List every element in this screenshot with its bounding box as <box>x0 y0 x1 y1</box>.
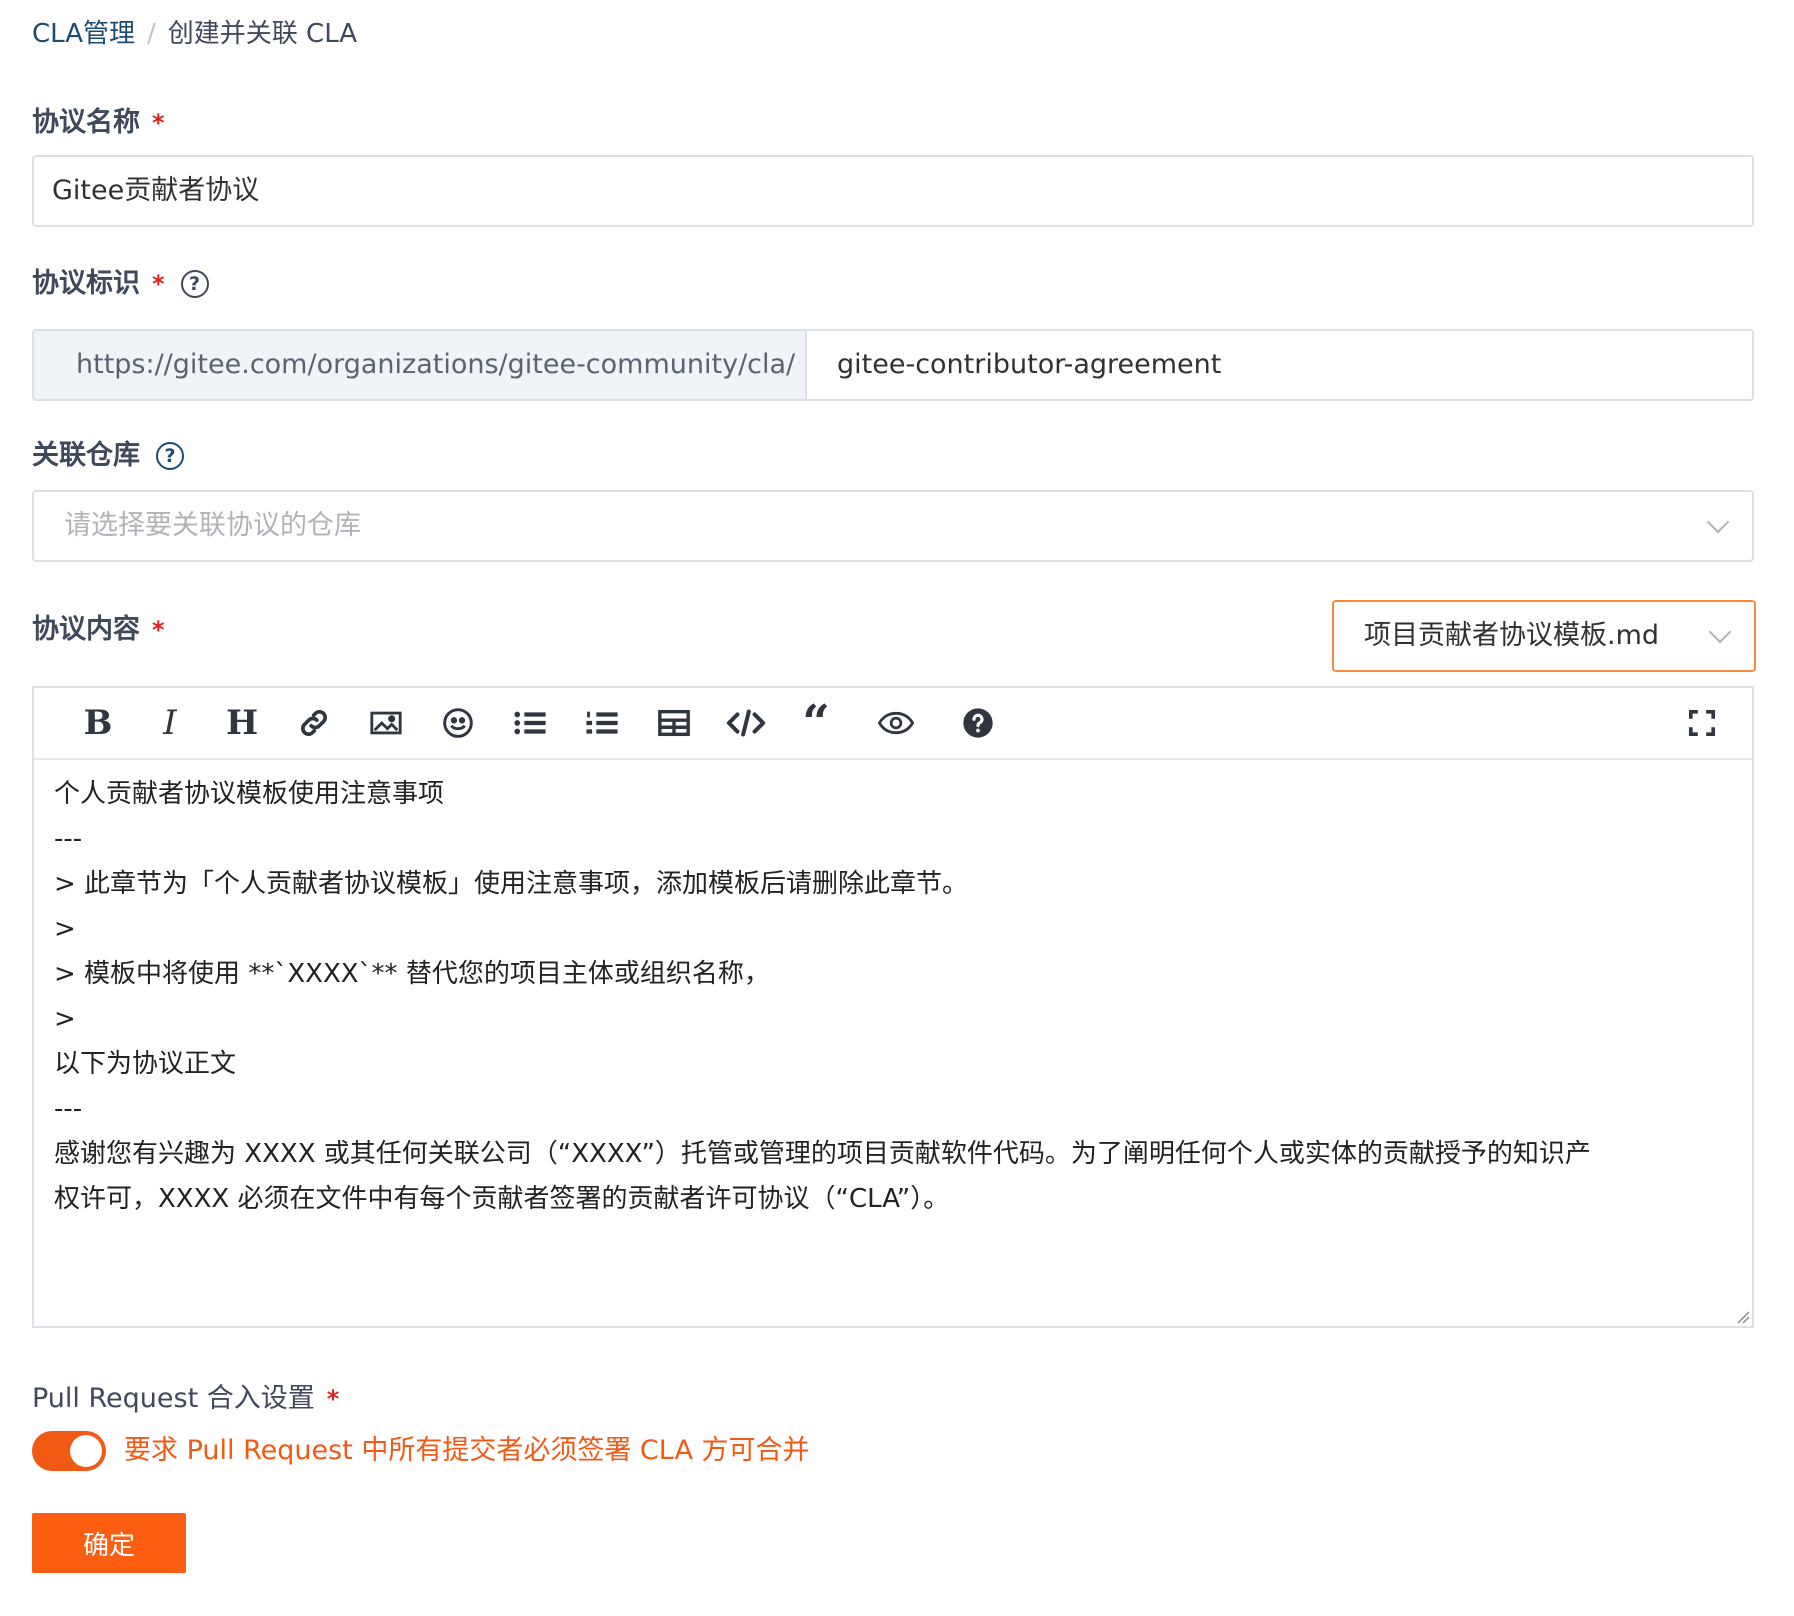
pr-toggle-text: 要求 Pull Request 中所有提交者必须签署 CLA 方可合并 <box>124 1435 810 1466</box>
preview-icon[interactable] <box>874 701 918 745</box>
chevron-down-icon <box>1708 620 1732 644</box>
fullscreen-icon[interactable] <box>1680 701 1724 745</box>
repo-label-text: 关联仓库 <box>32 440 140 471</box>
pr-label-text: Pull Request 合入设置 <box>32 1383 315 1414</box>
editor-line: --- <box>54 1094 83 1124</box>
resize-handle[interactable] <box>1736 1310 1750 1324</box>
heading-icon[interactable]: H <box>220 701 264 745</box>
breadcrumb: CLA管理 / 创建并关联 CLA <box>32 14 357 54</box>
italic-icon[interactable]: I <box>148 701 192 745</box>
repo-select-placeholder: 请选择要关联协议的仓库 <box>64 510 361 541</box>
help-icon[interactable] <box>956 701 1000 745</box>
editor-line: > 此章节为「个人贡献者协议模板」使用注意事项，添加模板后请删除此章节。 <box>54 869 969 899</box>
help-icon[interactable]: ? <box>180 270 209 298</box>
editor-line: 感谢您有兴趣为 XXXX 或其任何关联公司（“XXXX”）托管或管理的项目贡献软… <box>54 1139 1591 1169</box>
repo-select[interactable]: 请选择要关联协议的仓库 <box>32 490 1754 562</box>
image-icon[interactable] <box>364 701 408 745</box>
bullet-list-icon[interactable] <box>508 701 552 745</box>
identifier-label: 协议标识 * ? <box>32 264 209 304</box>
breadcrumb-separator: / <box>147 19 156 49</box>
required-mark: * <box>152 270 165 298</box>
bold-icon[interactable]: B <box>76 701 120 745</box>
markdown-editor: B I H “ 个人贡献者协议模板使用注意事项 --- > 此章节为「个人贡献者… <box>32 686 1754 1328</box>
agreement-name-input[interactable]: Gitee贡献者协议 <box>32 155 1754 227</box>
identifier-input[interactable]: gitee-contributor-agreement <box>805 329 1754 401</box>
breadcrumb-current: 创建并关联 CLA <box>167 19 358 49</box>
identifier-label-text: 协议标识 <box>32 268 140 299</box>
template-select-value: 项目贡献者协议模板.md <box>1364 620 1660 651</box>
repo-label: 关联仓库 ? <box>32 436 184 476</box>
numbered-list-icon[interactable] <box>580 701 624 745</box>
pr-label: Pull Request 合入设置 * <box>32 1379 339 1419</box>
editor-line: 个人贡献者协议模板使用注意事项 <box>54 779 445 809</box>
confirm-button[interactable]: 确定 <box>32 1513 186 1573</box>
chevron-down-icon <box>1706 510 1730 534</box>
link-icon[interactable] <box>292 701 336 745</box>
template-select[interactable]: 项目贡献者协议模板.md <box>1332 600 1756 672</box>
identifier-url-prefix: https://gitee.com/organizations/gitee-co… <box>32 329 805 401</box>
name-label-text: 协议名称 <box>32 107 140 138</box>
table-icon[interactable] <box>652 701 696 745</box>
quote-icon[interactable]: “ <box>794 695 838 751</box>
content-label: 协议内容 * <box>32 610 165 650</box>
required-mark: * <box>326 1385 340 1413</box>
editor-line: 以下为协议正文 <box>54 1049 237 1079</box>
help-icon[interactable]: ? <box>156 442 184 470</box>
toggle-knob <box>70 1435 102 1467</box>
emoji-icon[interactable] <box>436 701 480 745</box>
breadcrumb-cla-management[interactable]: CLA管理 <box>32 19 135 49</box>
identifier-input-group: https://gitee.com/organizations/gitee-co… <box>32 329 1754 401</box>
editor-line: > <box>54 914 76 944</box>
editor-line: > <box>54 1004 76 1034</box>
editor-line: 权许可，XXXX 必须在文件中有每个贡献者签署的贡献者许可协议（“CLA”）。 <box>54 1184 950 1214</box>
create-cla-page: CLA管理 / 创建并关联 CLA 协议名称 * Gitee贡献者协议 协议标识 *… <box>0 0 1794 1616</box>
content-label-text: 协议内容 <box>32 614 140 645</box>
name-label: 协议名称 * <box>32 103 165 143</box>
pr-signature-toggle[interactable] <box>32 1431 106 1471</box>
required-mark: * <box>152 109 165 137</box>
required-mark: * <box>152 616 165 644</box>
code-icon[interactable] <box>724 701 768 745</box>
editor-textarea[interactable]: 个人贡献者协议模板使用注意事项 --- > 此章节为「个人贡献者协议模板」使用注… <box>34 760 1752 1326</box>
editor-line: > 模板中将使用 **`XXXX`** 替代您的项目主体或组织名称， <box>54 959 770 989</box>
editor-line: --- <box>54 824 83 854</box>
editor-toolbar: B I H “ <box>34 688 1752 760</box>
